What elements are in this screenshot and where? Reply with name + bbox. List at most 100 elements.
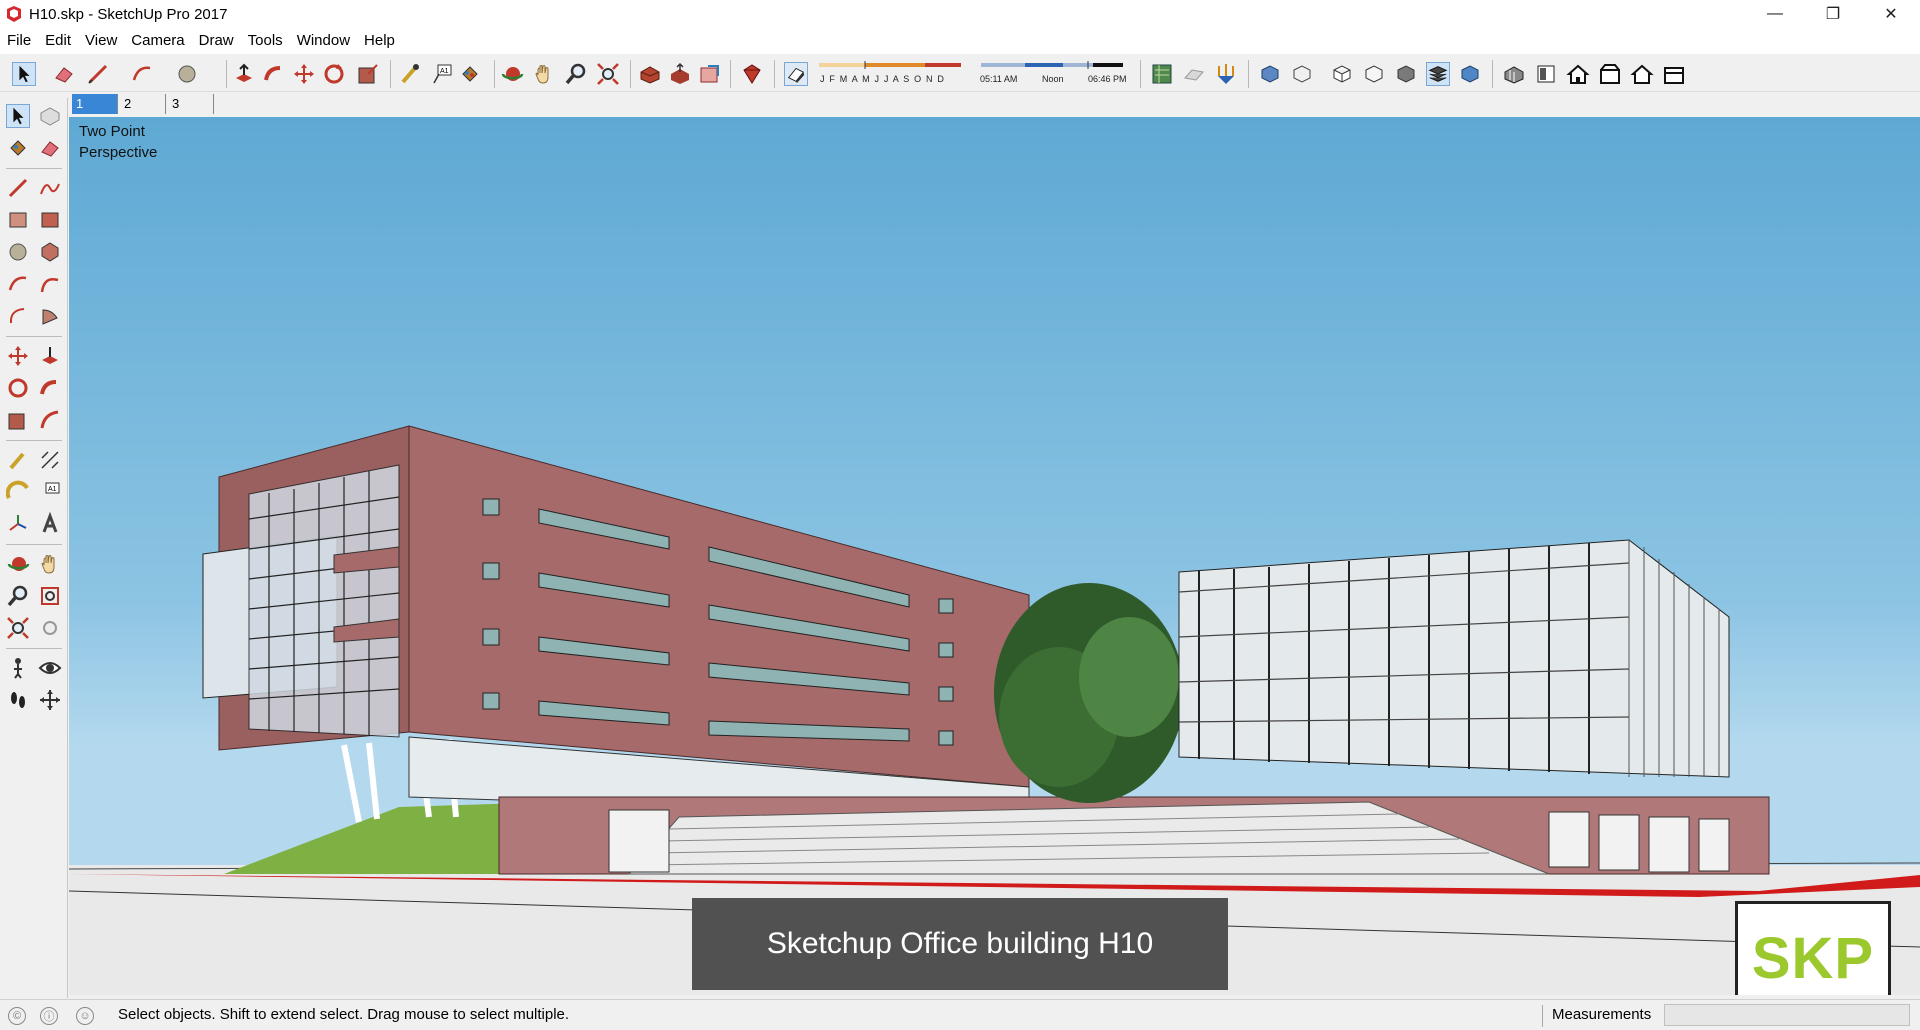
push-pull-tool-icon[interactable]	[232, 62, 256, 86]
rotate-tool-icon[interactable]	[322, 62, 346, 86]
scene-tab-2[interactable]: 2	[120, 94, 166, 114]
restore-button[interactable]: ❐	[1804, 0, 1862, 28]
rotated-rectangle-icon[interactable]	[38, 208, 62, 232]
circle-icon[interactable]	[6, 240, 30, 264]
menu-window[interactable]: Window	[290, 28, 357, 54]
three-point-arc-icon[interactable]	[6, 304, 30, 328]
previous-view-icon[interactable]	[38, 616, 62, 640]
offset-icon[interactable]	[38, 408, 62, 432]
paint-bucket-icon[interactable]	[6, 136, 30, 160]
polygon-icon[interactable]	[38, 240, 62, 264]
select-tool-icon[interactable]	[6, 104, 30, 128]
line-icon[interactable]	[6, 176, 30, 200]
measurements-input[interactable]	[1664, 1004, 1910, 1026]
3d-warehouse-icon[interactable]	[638, 62, 662, 86]
two-point-arc-icon[interactable]	[38, 272, 62, 296]
sketchup-app-icon	[7, 6, 21, 22]
share-component-icon[interactable]	[698, 62, 722, 86]
pan-icon[interactable]	[38, 552, 62, 576]
minimize-button[interactable]: —	[1746, 0, 1804, 28]
display-shadows-icon[interactable]	[784, 62, 808, 86]
toolbar-separator	[1140, 60, 1141, 88]
front-view-icon[interactable]	[1566, 62, 1590, 86]
menu-draw[interactable]: Draw	[192, 28, 241, 54]
credits-icon[interactable]: ⓘ	[40, 1007, 58, 1025]
menu-file[interactable]: File	[0, 28, 38, 54]
rotate-icon[interactable]	[6, 376, 30, 400]
iso-view-icon[interactable]	[1502, 62, 1526, 86]
share-model-icon[interactable]	[668, 62, 692, 86]
menu-tools[interactable]: Tools	[241, 28, 290, 54]
pie-icon[interactable]	[38, 304, 62, 328]
tape-measure-tool-icon[interactable]	[398, 62, 422, 86]
scene-tab-3[interactable]: 3	[168, 94, 214, 114]
hidden-line-style-icon[interactable]	[1330, 62, 1354, 86]
shaded-textures-style-icon[interactable]	[1394, 62, 1418, 86]
dimension-icon[interactable]	[38, 448, 62, 472]
arc-tool-icon[interactable]	[130, 62, 154, 86]
text-tool-icon[interactable]: A1	[430, 62, 454, 86]
xray-style-icon[interactable]	[1258, 62, 1282, 86]
geolocation-icon[interactable]: ©	[8, 1007, 26, 1025]
close-button[interactable]: ✕	[1862, 0, 1920, 28]
pan-tool-icon[interactable]	[532, 62, 556, 86]
style-builder-icon[interactable]	[1458, 62, 1482, 86]
add-location-icon[interactable]	[1150, 62, 1174, 86]
push-pull-icon[interactable]	[38, 344, 62, 368]
section-plane-icon[interactable]	[38, 688, 62, 712]
toolbar-separator	[774, 60, 775, 88]
zoom-window-icon[interactable]	[38, 584, 62, 608]
top-view-icon[interactable]	[1534, 62, 1558, 86]
protractor-icon[interactable]	[6, 480, 30, 504]
left-view-icon[interactable]	[1662, 62, 1686, 86]
scale-tool-icon[interactable]	[356, 62, 380, 86]
toolbar-separator	[494, 60, 495, 88]
menu-view[interactable]: View	[78, 28, 124, 54]
zoom-extents-icon[interactable]	[6, 616, 30, 640]
extension-warehouse-icon[interactable]	[740, 62, 764, 86]
back-view-icon[interactable]	[1630, 62, 1654, 86]
wireframe-style-icon[interactable]	[1290, 62, 1314, 86]
palette-separator	[6, 336, 62, 337]
toolbar-separator	[1248, 60, 1249, 88]
paint-bucket-tool-icon[interactable]	[458, 62, 482, 86]
photo-textures-icon[interactable]	[1214, 62, 1238, 86]
freehand-icon[interactable]	[38, 176, 62, 200]
select-tool-icon[interactable]	[12, 62, 36, 86]
menu-edit[interactable]: Edit	[38, 28, 78, 54]
model-viewport[interactable]: Two Point Perspective Sketchup Office bu…	[69, 117, 1920, 995]
right-view-icon[interactable]	[1598, 62, 1622, 86]
move-tool-icon[interactable]	[292, 62, 316, 86]
look-around-icon[interactable]	[38, 656, 62, 680]
shaded-style-icon[interactable]	[1362, 62, 1386, 86]
zoom-extents-tool-icon[interactable]	[596, 62, 620, 86]
menu-camera[interactable]: Camera	[124, 28, 191, 54]
3d-text-icon[interactable]	[38, 512, 62, 536]
arc-icon[interactable]	[6, 272, 30, 296]
line-tool-icon[interactable]	[86, 62, 110, 86]
toggle-terrain-icon[interactable]	[1182, 62, 1206, 86]
follow-me-icon[interactable]	[38, 376, 62, 400]
make-component-icon[interactable]	[38, 104, 62, 128]
follow-me-tool-icon[interactable]	[262, 62, 286, 86]
orbit-tool-icon[interactable]	[500, 62, 524, 86]
toolbar-separator	[226, 60, 227, 88]
eraser-tool-icon[interactable]	[52, 62, 76, 86]
text-icon[interactable]: A1	[38, 480, 62, 504]
user-account-icon[interactable]: ☺	[76, 1007, 94, 1025]
walk-icon[interactable]	[6, 688, 30, 712]
monochrome-style-icon[interactable]	[1426, 62, 1450, 86]
position-camera-icon[interactable]	[6, 656, 30, 680]
orbit-icon[interactable]	[6, 552, 30, 576]
eraser-icon[interactable]	[38, 136, 62, 160]
scale-icon[interactable]	[6, 408, 30, 432]
tape-measure-icon[interactable]	[6, 448, 30, 472]
scene-tab-1[interactable]: 1	[72, 94, 118, 114]
zoom-icon[interactable]	[6, 584, 30, 608]
move-icon[interactable]	[6, 344, 30, 368]
axes-icon[interactable]	[6, 512, 30, 536]
rectangle-icon[interactable]	[6, 208, 30, 232]
menu-help[interactable]: Help	[357, 28, 402, 54]
zoom-tool-icon[interactable]	[564, 62, 588, 86]
shapes-tool-icon[interactable]	[175, 62, 199, 86]
